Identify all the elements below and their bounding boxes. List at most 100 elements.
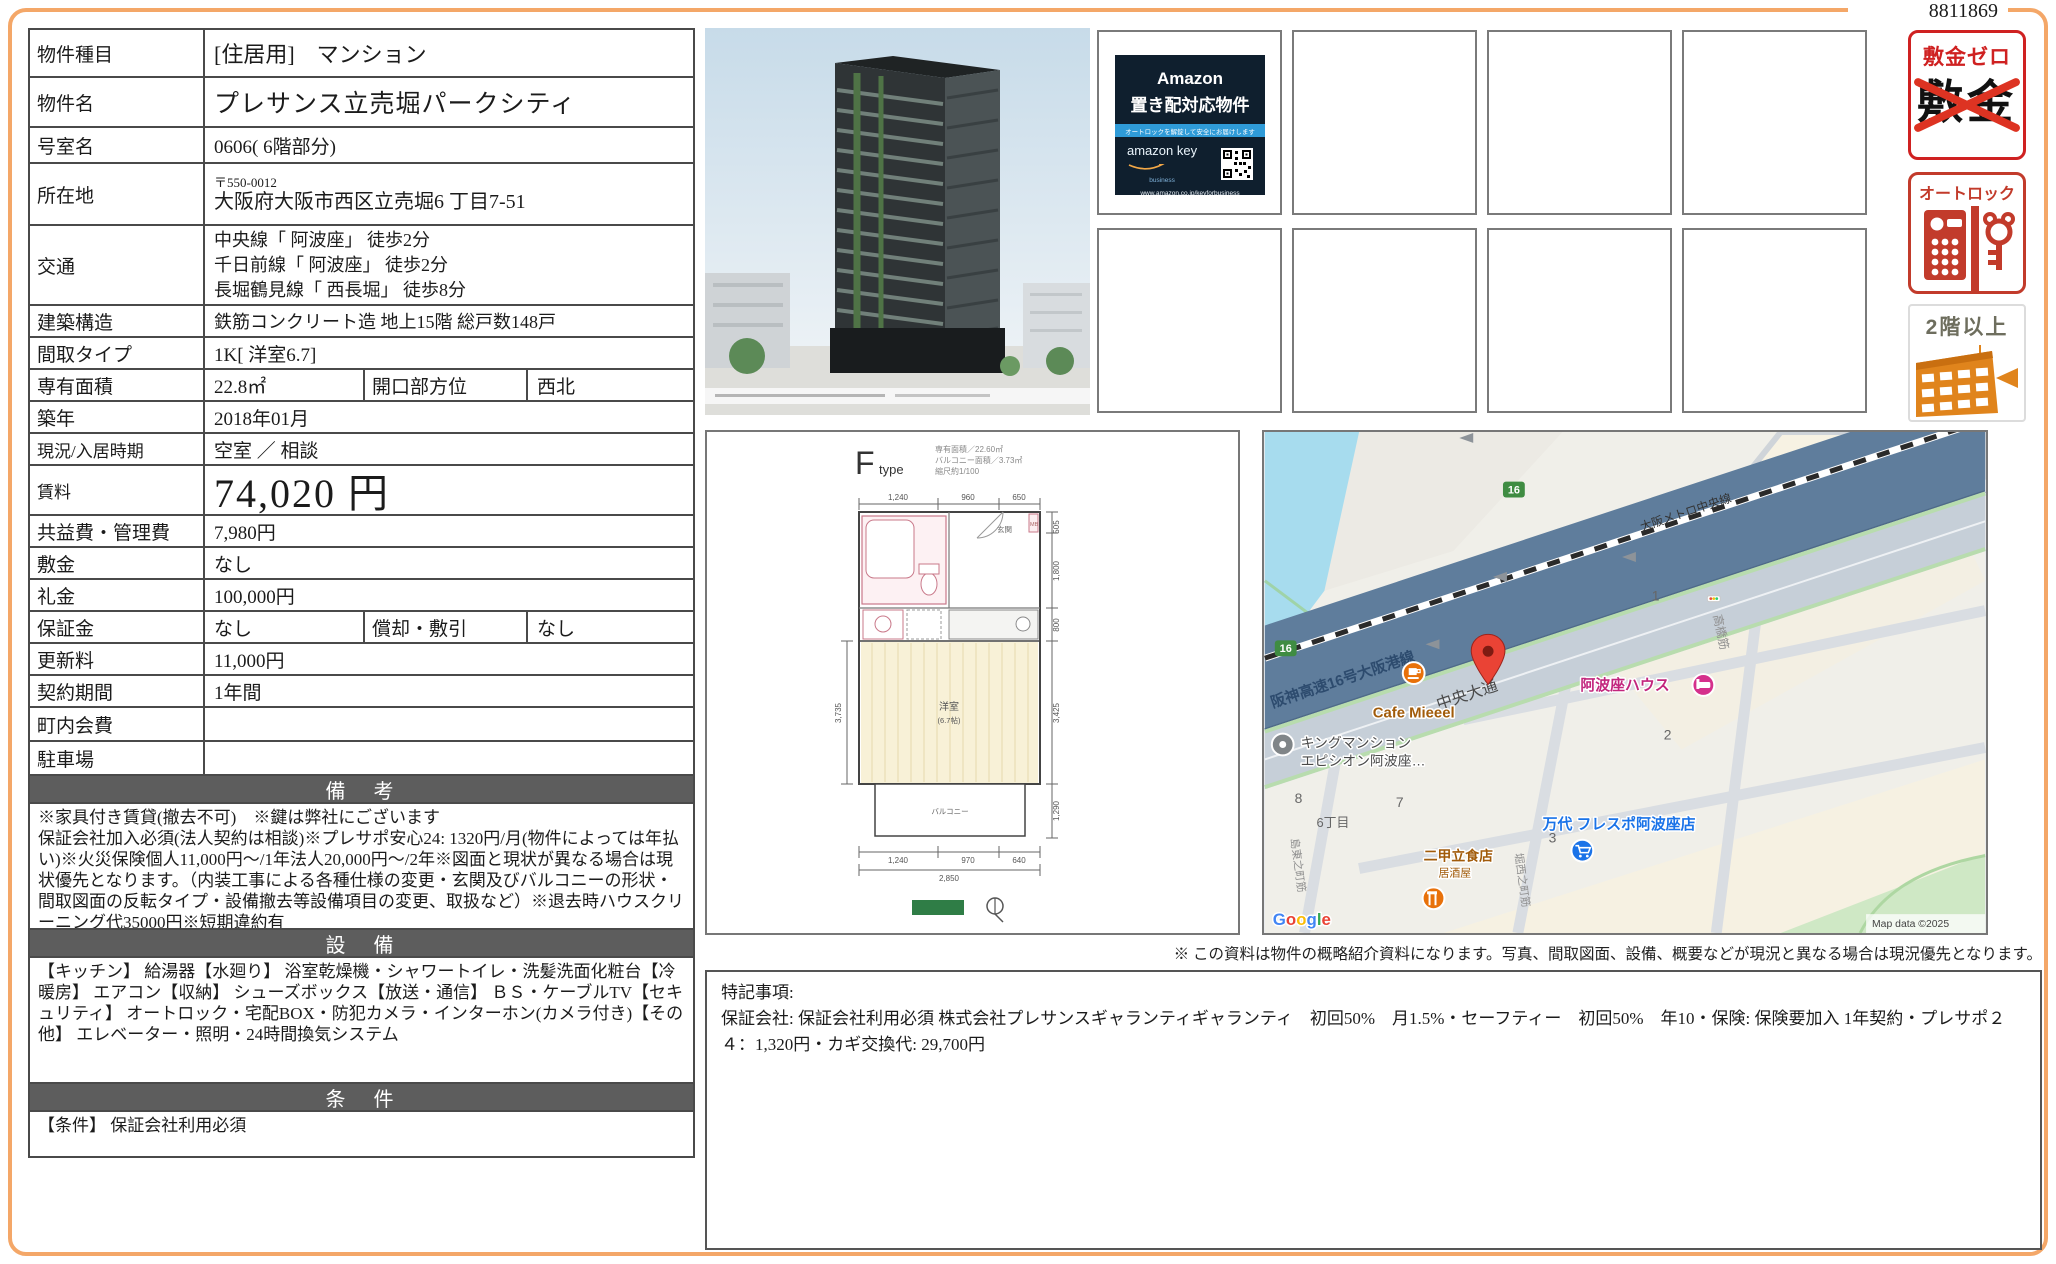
transport-line: 千日前線「 阿波座」 徒歩2分 <box>214 253 684 278</box>
svg-text:16: 16 <box>1280 643 1292 655</box>
section-conditions-body: 【条件】 保証会社利用必須 <box>30 1112 693 1156</box>
restaurant-pin-icon <box>1423 887 1445 909</box>
location-map: 16 16 阪神高速16号大阪港線 大阪メトロ中央線 中央大通 <box>1262 430 1988 935</box>
poi-label-king-mansion: キングマンション <box>1301 734 1412 750</box>
label-parking: 駐車場 <box>30 742 205 774</box>
lodging-pin-icon <box>1692 674 1714 696</box>
block-number: 2 <box>1664 727 1672 743</box>
block-number: 7 <box>1396 794 1404 810</box>
value-structure: 鉄筋コンクリート造 地上15階 総戸数148戸 <box>205 306 693 336</box>
transport-line: 中央線「 阿波座」 徒歩2分 <box>214 228 684 253</box>
badge-autolock: オートロック <box>1908 172 2026 294</box>
table-row: 専有面積 22.8㎡ 開口部方位 西北 <box>30 370 693 402</box>
generic-pin-icon <box>1272 734 1294 756</box>
amazon-okihai-card: Amazon 置き配対応物件 オートロックを解錠して安全にお届けします amaz… <box>1115 55 1265 195</box>
floorplan-spec-line: 縮尺約1/100 <box>935 466 980 476</box>
room-label-balcony: バルコニー <box>931 807 968 816</box>
label-opening-direction: 開口部方位 <box>365 370 528 400</box>
label-amortization: 償却・敷引 <box>365 612 528 642</box>
label-neighborhood-fee: 町内会費 <box>30 708 205 740</box>
building-photo <box>705 28 1090 415</box>
poi-label-king-mansion2: エピシオン阿波座… <box>1301 752 1426 768</box>
badge-no-deposit-title: 敷金ゼロ <box>1911 41 2023 71</box>
label-floor-area: 専有面積 <box>30 370 205 400</box>
value-room-number: 0606( 6階部分) <box>205 128 693 162</box>
google-logo: Google <box>1273 910 1331 929</box>
room-label-entrance: 玄関 <box>997 524 1012 534</box>
table-row: 物件名 プレサンス立売堀パークシティ <box>30 78 693 128</box>
label-key-money: 礼金 <box>30 580 205 610</box>
room-label-main: 洋室 <box>939 700 959 713</box>
value-opening-direction: 西北 <box>528 370 693 400</box>
photo-slot <box>1487 228 1672 413</box>
special-notes-body: 保証会社: 保証会社利用必須 株式会社プレサンスギャランティギャランティ 初回5… <box>721 1006 2026 1058</box>
value-common-fee: 7,980円 <box>205 516 693 546</box>
map-copyright: Map data ©2025 <box>1872 919 1949 930</box>
amazon-smile-icon <box>1127 164 1167 170</box>
table-row: 更新料 11,000円 <box>30 644 693 676</box>
value-neighborhood-fee <box>205 708 693 740</box>
label-common-fee: 共益費・管理費 <box>30 516 205 546</box>
property-table: 物件種目 [住居用] マンション 物件名 プレサンス立売堀パークシティ 号室名 … <box>28 28 695 1158</box>
value-transport: 中央線「 阿波座」 徒歩2分 千日前線「 阿波座」 徒歩2分 長堀鶴見線「 西長… <box>205 226 693 304</box>
route-16-shield: 16 <box>1275 640 1297 656</box>
table-row: 物件種目 [住居用] マンション <box>30 30 693 78</box>
label-contract-term: 契約期間 <box>30 676 205 706</box>
dim-label: 1,800 <box>1052 560 1061 581</box>
amazon-title: Amazon <box>1115 69 1265 89</box>
value-renewal-fee: 11,000円 <box>205 644 693 674</box>
label-room-number: 号室名 <box>30 128 205 162</box>
section-remarks-header: 備 考 <box>30 776 693 804</box>
floorplan-type-word: type <box>879 462 904 477</box>
postal-code: 〒550-0012 <box>214 175 684 190</box>
building-floor-icon <box>1912 345 2022 421</box>
qr-code-icon <box>1221 148 1253 180</box>
label-transport: 交通 <box>30 226 205 304</box>
autolock-intercom-key-icon <box>1914 206 2020 292</box>
map-image: 16 16 阪神高速16号大阪港線 大阪メトロ中央線 中央大通 <box>1264 432 1986 933</box>
label-structure: 建築構造 <box>30 306 205 336</box>
dim-label: 960 <box>961 493 975 502</box>
label-property-name: 物件名 <box>30 78 205 126</box>
photo-slot <box>1487 30 1672 215</box>
label-address: 所在地 <box>30 164 205 224</box>
dim-label: 640 <box>1012 856 1026 865</box>
label-built-year: 築年 <box>30 402 205 432</box>
label-status: 現況/入居時期 <box>30 434 205 464</box>
badge-no-deposit: 敷金ゼロ 敷金 <box>1908 30 2026 160</box>
table-row: 間取タイプ 1K[ 洋室6.7] <box>30 338 693 370</box>
value-property-type: [住居用] マンション <box>205 30 693 76</box>
floorplan-zoom-button[interactable] <box>912 900 964 915</box>
section-equipment-body: 【キッチン】 給湯器【水廻り】 浴室乾燥機・シャワートイレ・洗髪洗面化粧台【冷暖… <box>30 958 693 1084</box>
value-floor-area: 22.8㎡ <box>205 370 365 400</box>
value-amortization: なし <box>528 612 693 642</box>
floorplan-drawing: F type 専有面積／22.60㎡ バルコニー面積／3.73㎡ 縮尺約1/10… <box>707 432 1238 933</box>
label-renewal-fee: 更新料 <box>30 644 205 674</box>
amazon-key-logo: amazon key business <box>1127 144 1197 184</box>
value-status: 空室 ／ 相談 <box>205 434 693 464</box>
photo-slot <box>1682 30 1867 215</box>
room-label-size: (6.7帖) <box>938 715 961 725</box>
photo-slot <box>1292 30 1477 215</box>
amazon-url: www.amazon.co.jp/keyforbusiness <box>1115 190 1265 195</box>
table-row: 号室名 0606( 6階部分) <box>30 128 693 164</box>
table-row: 交通 中央線「 阿波座」 徒歩2分 千日前線「 阿波座」 徒歩2分 長堀鶴見線「… <box>30 226 693 306</box>
dim-label: 3,735 <box>834 702 843 723</box>
dim-label: 970 <box>961 856 975 865</box>
label-property-type: 物件種目 <box>30 30 205 76</box>
label-layout-type: 間取タイプ <box>30 338 205 368</box>
floorplan-spec-line: バルコニー面積／3.73㎡ <box>935 455 1022 465</box>
dim-label: 1,240 <box>888 493 909 502</box>
table-row: 保証金 なし 償却・敷引 なし <box>30 612 693 644</box>
table-row: 共益費・管理費 7,980円 <box>30 516 693 548</box>
dim-label: 650 <box>1012 493 1026 502</box>
shopping-pin-icon <box>1571 840 1593 862</box>
table-row: 敷金 なし <box>30 548 693 580</box>
table-row: 礼金 100,000円 <box>30 580 693 612</box>
floorplan-panel: F type 専有面積／22.60㎡ バルコニー面積／3.73㎡ 縮尺約1/10… <box>705 430 1240 935</box>
value-parking <box>205 742 693 774</box>
dim-label: 1,240 <box>888 856 909 865</box>
route-16-shield: 16 <box>1503 482 1525 498</box>
label-guarantee-deposit: 保証金 <box>30 612 205 642</box>
serial-number: 8811869 <box>1848 0 2008 24</box>
